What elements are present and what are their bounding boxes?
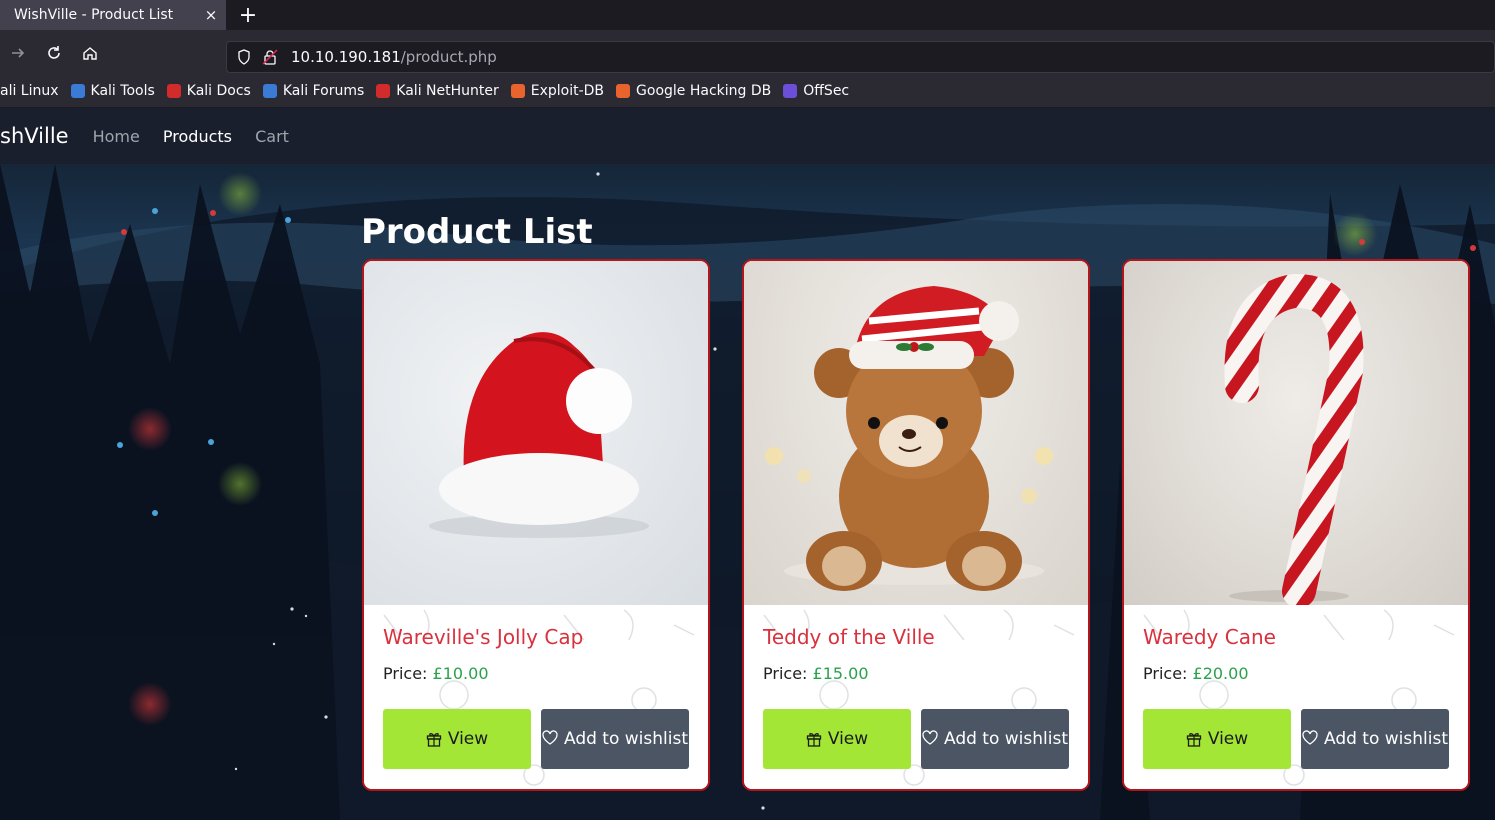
price-label: Price: [383,664,428,683]
forward-button[interactable] [0,35,36,71]
product-card: Teddy of the Ville Price: £15.00 View Ad… [742,259,1090,791]
gift-icon [426,733,441,747]
site-nav: Home Products Cart [93,127,307,146]
view-button-label: View [447,729,489,749]
product-name[interactable]: Wareville's Jolly Cap [383,625,583,649]
bookmark-item[interactable]: Kali Tools [70,83,155,99]
tab-title: WishVille - Product List [14,7,174,23]
heart-icon [922,730,938,745]
wishlist-button-text: Add to wishlist [943,729,1068,749]
home-icon [83,46,97,60]
product-price: Price: £20.00 [1143,664,1249,683]
bookmark-item[interactable]: Google Hacking DB [616,83,771,99]
site-brand[interactable]: shVille [0,124,69,148]
bookmark-label: OffSec [803,83,850,99]
price-value: £10.00 [432,664,489,683]
bookmark-label: Kali Docs [186,83,251,99]
product-card: Waredy Cane Price: £20.00 View Add to wi… [1122,259,1470,791]
bookmark-item[interactable]: Exploit-DB [510,83,605,99]
product-image-teddy-bear[interactable] [744,261,1088,605]
url-bar[interactable]: 10.10.190.181/product.php [226,41,1495,73]
wishlist-button-text: Add to wishlist [563,729,688,749]
bookmark-favicon-icon [783,84,798,98]
price-value: £15.00 [812,664,869,683]
product-image-santa-hat[interactable] [364,261,708,605]
product-card-body: Teddy of the Ville Price: £15.00 View Ad… [744,605,1088,789]
wishlist-button-label: Add to wishlist [542,727,688,751]
browser-tab[interactable]: WishVille - Product List × [0,0,226,30]
bookmark-item[interactable]: ali Linux [0,83,59,99]
heart-icon [1302,730,1318,745]
bookmark-label: Google Hacking DB [636,83,772,99]
price-label: Price: [763,664,808,683]
product-name[interactable]: Teddy of the Ville [763,625,935,649]
add-to-wishlist-button[interactable]: Add to wishlist [921,709,1069,769]
bookmark-item[interactable]: Kali Docs [166,83,251,99]
home-button[interactable] [72,35,108,71]
page-content: Product List Wareville's Jolly Cap Price… [0,164,1495,820]
bookmark-favicon-icon [166,84,181,98]
view-button[interactable]: View [763,709,911,769]
view-button-label: View [827,729,869,749]
bookmark-item[interactable]: Kali Forums [262,83,365,99]
bookmark-label: Kali Tools [90,83,155,99]
price-value: £20.00 [1192,664,1249,683]
gift-icon [1186,733,1201,747]
view-button[interactable]: View [383,709,531,769]
url-path: /product.php [400,48,497,66]
bookmark-label: ali Linux [0,83,59,99]
tab-close-icon[interactable]: × [196,6,226,24]
reload-icon [48,45,60,59]
gift-icon [806,733,821,747]
nav-products-link[interactable]: Products [163,127,232,146]
bookmark-label: Kali Forums [282,83,365,99]
nav-home-link[interactable]: Home [93,127,140,146]
bookmark-favicon-icon [70,84,85,98]
wishlist-button-label: Add to wishlist [1302,727,1448,751]
bookmark-favicon-icon [616,84,631,98]
url-host: 10.10.190.181 [291,48,401,66]
bookmark-favicon-icon [262,84,277,98]
add-to-wishlist-button[interactable]: Add to wishlist [1301,709,1449,769]
page-title: Product List [361,212,593,252]
bookmarks-toolbar: ali Linux Kali Tools Kali Docs Kali Forums K… [0,75,1495,108]
product-price: Price: £10.00 [383,664,489,683]
bookmark-item[interactable]: OffSec [783,83,849,99]
wishlist-button-text: Add to wishlist [1323,729,1448,749]
arrow-right-icon [12,47,25,58]
view-button-label: View [1207,729,1249,749]
browser-tab-bar: WishVille - Product List × + [0,0,1495,30]
site-header: shVille Home Products Cart [0,108,1495,164]
url-text: 10.10.190.181/product.php [291,48,497,66]
insecure-lock-icon[interactable] [257,49,283,65]
new-tab-button[interactable]: + [226,0,270,30]
bookmark-favicon-icon [510,84,525,98]
product-name[interactable]: Waredy Cane [1143,625,1276,649]
nav-cart-link[interactable]: Cart [255,127,289,146]
bookmark-label: Exploit-DB [530,83,605,99]
bookmark-item[interactable]: Kali NetHunter [376,83,499,99]
bookmark-label: Kali NetHunter [396,83,499,99]
add-to-wishlist-button[interactable]: Add to wishlist [541,709,689,769]
product-price: Price: £15.00 [763,664,869,683]
product-card-body: Waredy Cane Price: £20.00 View Add to wi… [1124,605,1468,789]
product-card: Wareville's Jolly Cap Price: £10.00 View… [362,259,710,791]
product-card-body: Wareville's Jolly Cap Price: £10.00 View… [364,605,708,789]
heart-icon [542,730,558,745]
price-label: Price: [1143,664,1188,683]
bookmark-favicon-icon [376,84,391,98]
product-image-candy-cane[interactable] [1124,261,1468,605]
reload-button[interactable] [36,35,72,71]
shield-icon[interactable] [231,49,257,65]
view-button[interactable]: View [1143,709,1291,769]
wishlist-button-label: Add to wishlist [922,727,1068,751]
